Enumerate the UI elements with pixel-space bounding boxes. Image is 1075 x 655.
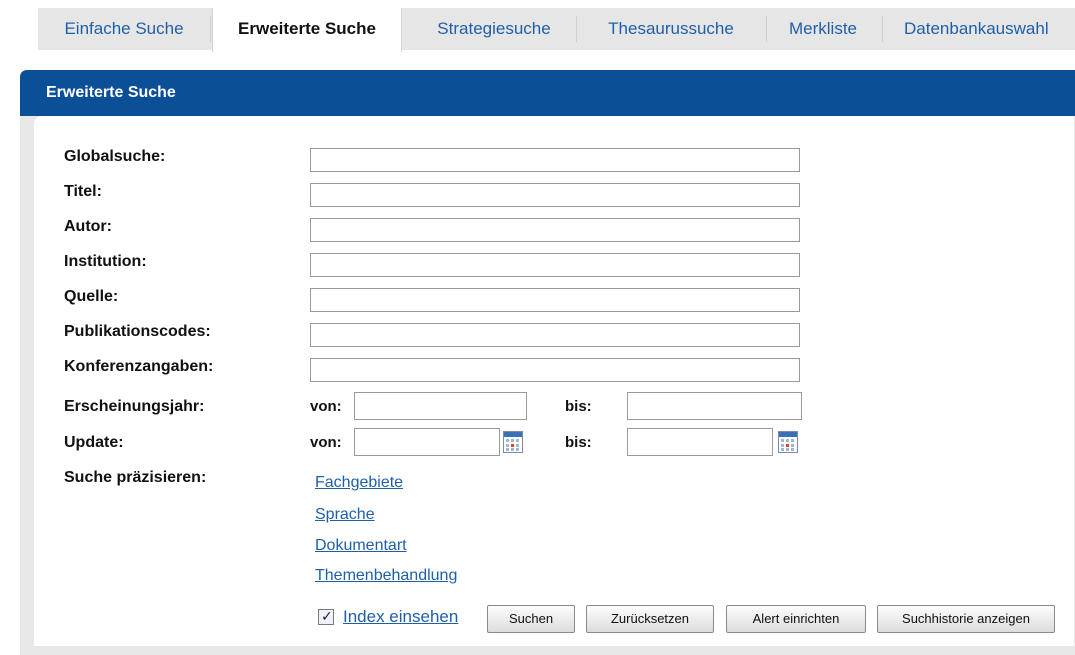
update-to-label: bis: [565,434,592,451]
tab-merkliste[interactable]: Merkliste [768,8,878,50]
link-fachgebiete[interactable]: Fachgebiete [315,474,403,492]
reset-button[interactable]: Zurücksetzen [586,605,714,633]
publikationscodes-label: Publikationscodes: [64,323,211,340]
tab-separator [576,16,577,42]
konferenzangaben-input[interactable] [310,358,800,382]
refine-label: Suche präzisieren: [64,469,207,486]
panel-header: Erweiterte Suche [20,70,1075,116]
update-from-label: von: [310,434,342,451]
tab-separator [766,16,767,42]
publikationscodes-input[interactable] [310,323,800,347]
erscheinungsjahr-label: Erscheinungsjahr: [64,398,205,415]
titel-input[interactable] [310,183,800,207]
year-from-label: von: [310,398,342,415]
globalsuche-input[interactable] [310,148,800,172]
update-to-input[interactable] [627,428,773,456]
index-einsehen-link[interactable]: Index einsehen [343,607,458,627]
link-sprache[interactable]: Sprache [315,506,375,524]
tab-datenbankauswahl[interactable]: Datenbankauswahl [884,8,1075,50]
quelle-input[interactable] [310,288,800,312]
tab-strategiesuche[interactable]: Strategiesuche [414,8,574,50]
institution-label: Institution: [64,253,147,270]
check-icon: ✓ [321,608,333,624]
year-from-input[interactable] [354,392,527,420]
search-history-button[interactable]: Suchhistorie anzeigen [877,605,1055,633]
alert-button[interactable]: Alert einrichten [726,605,866,633]
panel-title: Erweiterte Suche [46,84,176,101]
search-button[interactable]: Suchen [487,605,575,633]
autor-input[interactable] [310,218,800,242]
calendar-icon[interactable] [778,431,798,453]
quelle-label: Quelle: [64,288,119,305]
tab-bar: Einfache Suche Erweiterte Suche Strategi… [38,8,1075,52]
update-from-input[interactable] [354,428,500,456]
link-dokumentart[interactable]: Dokumentart [315,537,407,555]
autor-label: Autor: [64,218,112,235]
globalsuche-label: Globalsuche: [64,148,166,165]
institution-input[interactable] [310,253,800,277]
konferenzangaben-label: Konferenzangaben: [64,358,214,375]
tab-einfache-suche[interactable]: Einfache Suche [38,8,210,50]
link-themenbehandlung[interactable]: Themenbehandlung [315,567,457,585]
calendar-icon[interactable] [503,431,523,453]
year-to-label: bis: [565,398,592,415]
index-checkbox[interactable]: ✓ [318,608,334,625]
tab-erweiterte-suche[interactable]: Erweiterte Suche [212,8,402,52]
tab-separator [882,16,883,42]
update-label: Update: [64,434,124,451]
tab-thesaurussuche[interactable]: Thesaurussuche [578,8,764,50]
year-to-input[interactable] [627,392,802,420]
titel-label: Titel: [64,183,102,200]
tab-separator [210,16,211,42]
